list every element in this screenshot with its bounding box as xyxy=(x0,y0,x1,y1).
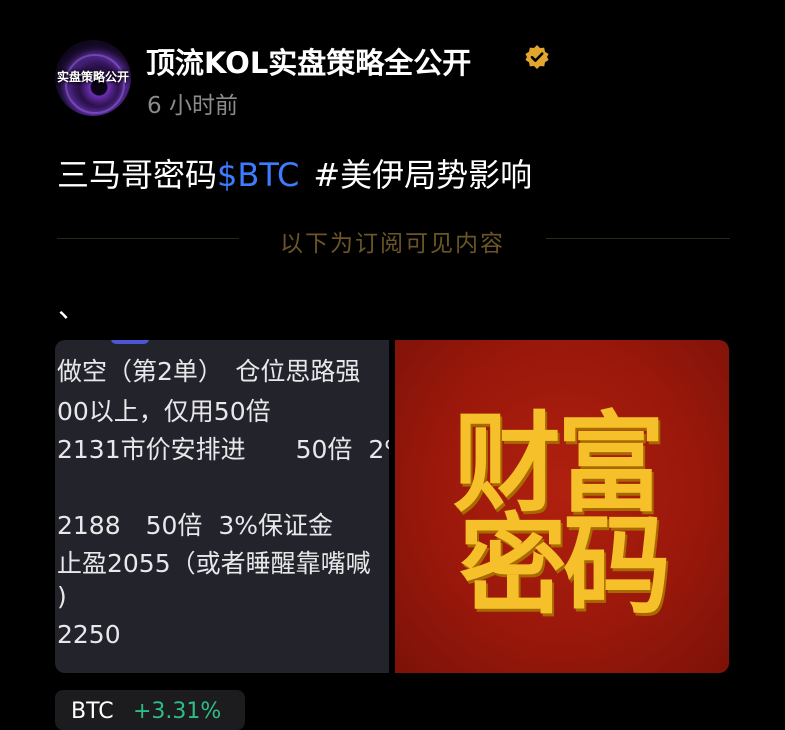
poster-text-bottom: 密码 xyxy=(459,503,671,629)
hashtag-topic[interactable]: #美伊局势影响 xyxy=(313,156,532,194)
verified-badge-icon xyxy=(525,45,549,69)
trade-note-line: 止盈2055（或者睡醒靠嘴喊 xyxy=(57,549,371,578)
avatar-label: 实盘策略公开 xyxy=(56,70,129,84)
trade-note-line: 2131市价安排进 50倍 2% xyxy=(57,435,389,464)
ticker-symbol: BTC xyxy=(71,699,114,724)
cashtag-btc[interactable]: $BTC xyxy=(217,156,299,194)
image-tab-fragment xyxy=(111,340,149,344)
post-text: 三马哥密码$BTC #美伊局势影响 xyxy=(57,150,532,196)
trade-note-line: ) xyxy=(57,582,67,611)
trade-note-line: 2188 50倍 3%保证金 xyxy=(57,511,333,540)
trade-note-line: 做空（第2单） 仓位思路强 xyxy=(57,357,361,386)
post-image-trade-notes[interactable]: 做空（第2单） 仓位思路强 00以上，仅用50倍 2131市价安排进 50倍 2… xyxy=(55,340,389,673)
subscriber-only-divider: 以下为订阅可见内容 xyxy=(280,231,505,257)
ticker-chip-btc[interactable]: BTC +3.31% xyxy=(55,690,245,730)
divider-line-right xyxy=(546,238,730,239)
author-avatar[interactable]: 实盘策略公开 xyxy=(55,40,131,116)
post-text-prefix: 三马哥密码 xyxy=(57,156,218,194)
trade-note-line: 00以上，仅用50倍 xyxy=(57,397,271,426)
ticker-change: +3.31% xyxy=(133,699,222,724)
author-name[interactable]: 顶流KOL实盘策略全公开 xyxy=(146,40,471,82)
post-image-wealth-code[interactable]: 财富 密码 xyxy=(395,340,729,673)
trade-note-line: 2250 xyxy=(57,620,121,649)
post-time: 6 小时前 xyxy=(147,93,238,119)
poster-text-top: 财富 xyxy=(453,401,665,527)
post-body-fragment: 、 xyxy=(58,291,87,324)
